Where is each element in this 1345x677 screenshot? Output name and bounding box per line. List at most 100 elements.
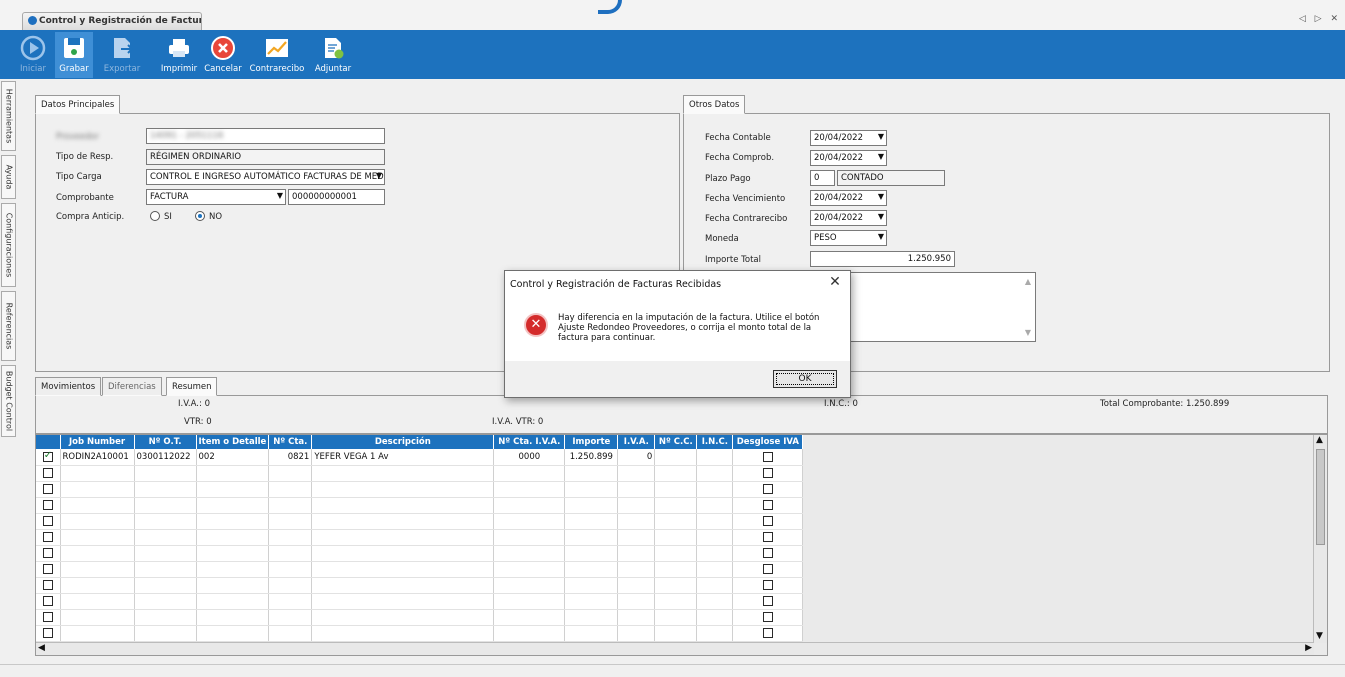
cell-item[interactable] — [196, 577, 270, 594]
cell-iva[interactable] — [617, 497, 656, 514]
cell-desc[interactable] — [311, 465, 495, 482]
tab-resumen[interactable]: Resumen — [166, 377, 218, 396]
column-header-ot[interactable]: Nº O.T. — [134, 435, 197, 449]
adjuntar-button[interactable]: Adjuntar — [311, 32, 355, 78]
scrollbar-thumb[interactable] — [1316, 449, 1325, 545]
vertical-scrollbar[interactable]: ▲ ▼ — [1313, 435, 1327, 643]
cell-cta-iva[interactable] — [493, 577, 566, 594]
cell-iva[interactable] — [617, 545, 656, 562]
cell-cta-iva[interactable] — [493, 529, 566, 546]
ok-button[interactable]: OK — [773, 370, 837, 388]
sidebar-tab-herramientas[interactable]: Herramientas — [1, 81, 16, 151]
cell-inc[interactable] — [696, 577, 734, 594]
column-header-inc[interactable]: I.N.C. — [696, 435, 734, 449]
row-checkbox[interactable] — [42, 579, 53, 590]
cell-iva[interactable]: 0 — [617, 449, 656, 466]
imprimir-button[interactable]: Imprimir — [158, 32, 200, 78]
fecha-contable-field[interactable]: 20/04/2022 ▼ — [810, 130, 887, 146]
cell-item[interactable] — [196, 545, 270, 562]
cell-inc[interactable] — [696, 529, 734, 546]
cell-job[interactable] — [60, 577, 135, 594]
table-row[interactable] — [36, 561, 804, 578]
tipo-carga-select[interactable]: CONTROL E INGRESO AUTOMÁTICO FACTURAS DE… — [146, 169, 385, 185]
cell-iva[interactable] — [617, 529, 656, 546]
cell-ot[interactable] — [134, 497, 197, 514]
cell-iva[interactable] — [617, 465, 656, 482]
cell-job[interactable] — [60, 465, 135, 482]
cell-importe[interactable] — [564, 465, 619, 482]
cell-cc[interactable] — [654, 497, 698, 514]
cell-item[interactable] — [196, 625, 270, 642]
row-checkbox[interactable] — [42, 483, 53, 494]
cell-inc[interactable] — [696, 497, 734, 514]
exportar-button[interactable]: Exportar — [102, 32, 142, 78]
table-row[interactable] — [36, 465, 804, 482]
cell-desc[interactable] — [311, 497, 495, 514]
fecha-vencimiento-field[interactable]: 20/04/2022 ▼ — [810, 190, 887, 206]
cell-ot[interactable] — [134, 545, 197, 562]
cell-cc[interactable] — [654, 625, 698, 642]
sidebar-tab-ayuda[interactable]: Ayuda — [1, 155, 16, 199]
column-header-cc[interactable]: Nº C.C. — [654, 435, 698, 449]
cell-ot[interactable] — [134, 561, 197, 578]
table-row[interactable] — [36, 529, 804, 546]
cell-ot[interactable] — [134, 529, 197, 546]
contrarecibo-button[interactable]: Contrarecibo — [246, 32, 308, 78]
desglose-iva-checkbox[interactable] — [762, 563, 773, 574]
cell-job[interactable] — [60, 593, 135, 610]
row-checkbox[interactable] — [42, 595, 53, 606]
cell-importe[interactable] — [564, 497, 619, 514]
cell-cta-iva[interactable] — [493, 513, 566, 530]
cell-item[interactable] — [196, 497, 270, 514]
cell-importe[interactable] — [564, 609, 619, 626]
tab-navigation-controls[interactable]: ◁ ▷ ✕ — [1299, 14, 1341, 24]
iniciar-button[interactable]: Iniciar — [14, 32, 52, 78]
cell-desc[interactable] — [311, 481, 495, 498]
cell-ot[interactable] — [134, 577, 197, 594]
cell-iva[interactable] — [617, 593, 656, 610]
row-checkbox[interactable] — [42, 547, 53, 558]
fecha-comprob-field[interactable]: 20/04/2022 ▼ — [810, 150, 887, 166]
cell-cc[interactable] — [654, 545, 698, 562]
cell-importe[interactable] — [564, 561, 619, 578]
table-row[interactable] — [36, 497, 804, 514]
cell-ot[interactable] — [134, 609, 197, 626]
cell-cta[interactable] — [268, 609, 313, 626]
column-header-importe[interactable]: Importe — [564, 435, 619, 449]
cell-importe[interactable] — [564, 481, 619, 498]
cell-cta[interactable] — [268, 625, 313, 642]
cell-ot[interactable] — [134, 513, 197, 530]
cell-cta-iva[interactable] — [493, 465, 566, 482]
scroll-up-icon[interactable]: ▲ — [1316, 435, 1323, 445]
desglose-iva-checkbox[interactable] — [762, 451, 773, 462]
cell-item[interactable]: 002 — [196, 449, 270, 466]
desglose-iva-checkbox[interactable] — [762, 467, 773, 478]
cell-cc[interactable] — [654, 561, 698, 578]
table-row[interactable] — [36, 577, 804, 594]
table-row[interactable] — [36, 625, 804, 642]
row-checkbox[interactable] — [42, 515, 53, 526]
cell-iva[interactable] — [617, 625, 656, 642]
desglose-iva-checkbox[interactable] — [762, 611, 773, 622]
desglose-iva-checkbox[interactable] — [762, 531, 773, 542]
column-header-job-number[interactable]: Job Number — [60, 435, 135, 449]
desglose-iva-checkbox[interactable] — [762, 595, 773, 606]
cell-inc[interactable] — [696, 481, 734, 498]
cell-job[interactable] — [60, 609, 135, 626]
cell-cta-iva[interactable] — [493, 481, 566, 498]
fecha-contrarecibo-field[interactable]: 20/04/2022 ▼ — [810, 210, 887, 226]
cell-iva[interactable] — [617, 577, 656, 594]
cell-desc[interactable]: YEFER VEGA 1 Av — [311, 449, 495, 466]
desglose-iva-checkbox[interactable] — [762, 499, 773, 510]
comprobante-select[interactable]: FACTURA ▼ — [146, 189, 286, 205]
cell-ot[interactable]: 0300112022 — [134, 449, 197, 466]
cell-cta[interactable] — [268, 561, 313, 578]
cell-item[interactable] — [196, 593, 270, 610]
table-row[interactable] — [36, 545, 804, 562]
cell-desc[interactable] — [311, 513, 495, 530]
cell-importe[interactable] — [564, 577, 619, 594]
desglose-iva-checkbox[interactable] — [762, 579, 773, 590]
cell-cta[interactable] — [268, 545, 313, 562]
cell-cc[interactable] — [654, 609, 698, 626]
document-tab[interactable]: Control y Registración de Factura... — [22, 12, 202, 30]
